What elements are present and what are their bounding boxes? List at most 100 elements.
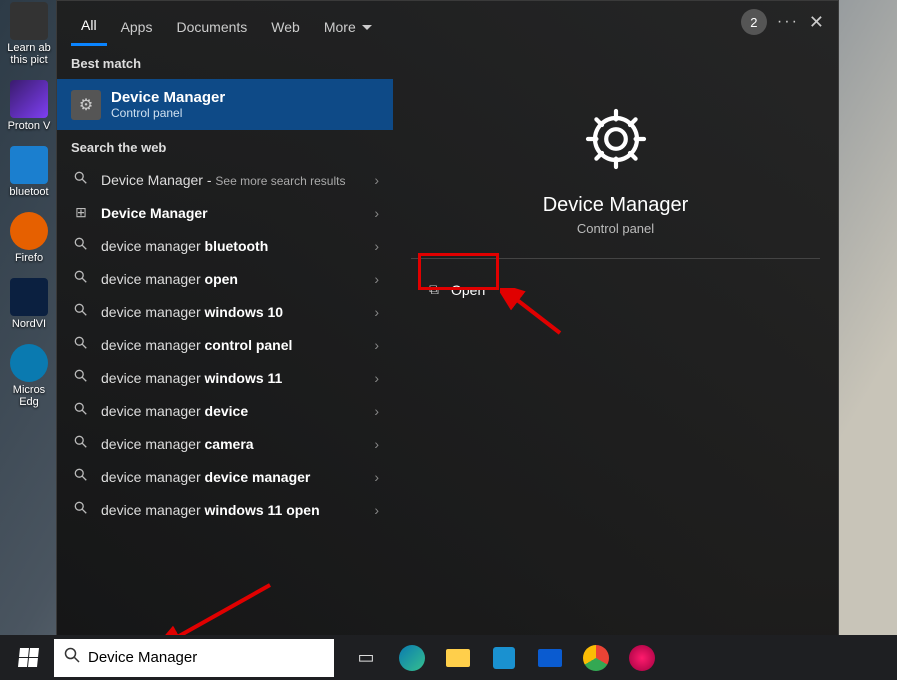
chevron-right-icon: › — [374, 469, 379, 485]
search-input[interactable] — [88, 649, 324, 666]
result-text: device manager device manager — [101, 469, 364, 485]
firefox-icon — [10, 212, 48, 250]
section-label-best-match: Best match — [57, 46, 393, 79]
search-scope-tabs: All Apps Documents Web More 2 ··· ✕ — [57, 1, 838, 46]
search-icon — [71, 435, 91, 452]
tab-apps[interactable]: Apps — [111, 11, 163, 45]
folder-icon — [446, 649, 470, 667]
chevron-right-icon: › — [374, 238, 379, 254]
result-text: device manager camera — [101, 436, 364, 452]
web-result-row[interactable]: device manager bluetooth› — [57, 229, 393, 262]
chevron-right-icon: › — [374, 172, 379, 188]
search-icon — [71, 237, 91, 254]
taskbar-app-store[interactable] — [484, 638, 524, 678]
desktop-icons-column: Learn ab this pict Proton V bluetoot Fir… — [6, 2, 52, 408]
taskbar-app-edge[interactable] — [392, 638, 432, 678]
edge-icon — [399, 645, 425, 671]
best-match-title: Device Manager — [111, 89, 225, 106]
desktop-icon-label: Firefo — [15, 252, 43, 264]
divider — [411, 258, 820, 259]
chevron-right-icon: › — [374, 502, 379, 518]
desktop-icon-nordvpn[interactable]: NordVI — [6, 278, 52, 330]
desktop-icon-label: Proton V — [8, 120, 51, 132]
bluetooth-icon — [10, 146, 48, 184]
learn-icon — [10, 2, 48, 40]
web-result-row[interactable]: device manager windows 11 › — [57, 361, 393, 394]
gear-icon — [581, 104, 651, 174]
taskbar-search-box[interactable] — [54, 639, 334, 677]
chrome-icon — [583, 645, 609, 671]
options-icon[interactable]: ··· — [777, 13, 799, 31]
best-match-result[interactable]: ⚙ Device Manager Control panel — [57, 79, 393, 130]
web-result-row[interactable]: device manager open› — [57, 262, 393, 295]
desktop-icon-label: NordVI — [12, 318, 46, 330]
open-in-new-icon: ⧉ — [429, 281, 439, 298]
search-icon — [71, 303, 91, 320]
tab-documents[interactable]: Documents — [166, 11, 257, 45]
taskbar-app-chrome[interactable] — [576, 638, 616, 678]
mail-icon — [538, 649, 562, 667]
desktop-icon-label: bluetoot — [9, 186, 48, 198]
desktop-icon-label: Learn ab — [7, 42, 50, 54]
open-action-label: Open — [451, 282, 485, 298]
web-result-row[interactable]: device manager device › — [57, 394, 393, 427]
chevron-right-icon: › — [374, 304, 379, 320]
search-icon — [71, 501, 91, 518]
control-panel-icon: ⚙ — [71, 90, 101, 120]
search-icon — [71, 402, 91, 419]
store-icon — [493, 647, 515, 669]
chevron-right-icon: › — [374, 403, 379, 419]
tab-all[interactable]: All — [71, 9, 107, 46]
task-view-icon[interactable]: ▭ — [346, 638, 386, 678]
web-result-row[interactable]: device manager camera › — [57, 427, 393, 460]
desktop-icon-bluetooth[interactable]: bluetoot — [6, 146, 52, 198]
tab-web[interactable]: Web — [261, 11, 310, 45]
desktop-icon-protonvpn[interactable]: Proton V — [6, 80, 52, 132]
web-result-row[interactable]: device manager windows 10 › — [57, 295, 393, 328]
web-result-row[interactable]: device manager control panel › — [57, 328, 393, 361]
result-text: device manager device — [101, 403, 364, 419]
preview-pane: Device Manager Control panel ⧉ Open — [393, 46, 838, 635]
result-text: Device Manager - See more search results — [101, 172, 364, 188]
chevron-right-icon: › — [374, 436, 379, 452]
web-result-row[interactable]: Device Manager - See more search results… — [57, 163, 393, 196]
nordvpn-icon — [10, 278, 48, 316]
desktop-icon-edge[interactable]: Micros Edg — [6, 344, 52, 408]
recent-count-badge[interactable]: 2 — [741, 9, 767, 35]
result-text: device manager open — [101, 271, 364, 287]
taskbar-app-explorer[interactable] — [438, 638, 478, 678]
result-text: device manager windows 11 — [101, 370, 364, 386]
protonvpn-icon — [10, 80, 48, 118]
desktop-icon-label: Micros — [13, 384, 45, 396]
taskbar-app-opera[interactable] — [622, 638, 662, 678]
web-result-row[interactable]: ⊞ Device Manager › — [57, 196, 393, 229]
section-label-search-web: Search the web — [57, 130, 393, 163]
search-flyout-panel: All Apps Documents Web More 2 ··· ✕ Best… — [56, 0, 839, 635]
result-text: device manager windows 10 — [101, 304, 364, 320]
desktop-icon-label: Edg — [19, 396, 39, 408]
search-icon — [71, 369, 91, 386]
desktop-icon-learn[interactable]: Learn ab this pict — [6, 2, 52, 66]
web-result-row[interactable]: device manager device manager › — [57, 460, 393, 493]
start-button[interactable] — [6, 638, 50, 678]
result-text: device manager control panel — [101, 337, 364, 353]
result-text: Device Manager — [101, 205, 364, 221]
chevron-right-icon: › — [374, 337, 379, 353]
web-result-row[interactable]: device manager windows 11 open› — [57, 493, 393, 526]
chevron-right-icon: › — [374, 370, 379, 386]
best-match-subtitle: Control panel — [111, 106, 225, 120]
search-icon — [71, 270, 91, 287]
search-icon — [64, 647, 80, 668]
chevron-right-icon: › — [374, 205, 379, 221]
taskbar-app-mail[interactable] — [530, 638, 570, 678]
taskbar: ▭ — [0, 635, 897, 680]
settings-icon: ⊞ — [71, 204, 91, 221]
preview-title: Device Manager — [543, 194, 689, 217]
tab-more[interactable]: More — [314, 11, 382, 45]
results-left-column: Best match ⚙ Device Manager Control pane… — [57, 46, 393, 635]
search-icon — [71, 171, 91, 188]
desktop-icon-firefox[interactable]: Firefo — [6, 212, 52, 264]
open-action[interactable]: ⧉ Open — [411, 269, 503, 310]
windows-logo-icon — [18, 648, 39, 667]
close-icon[interactable]: ✕ — [809, 12, 824, 33]
